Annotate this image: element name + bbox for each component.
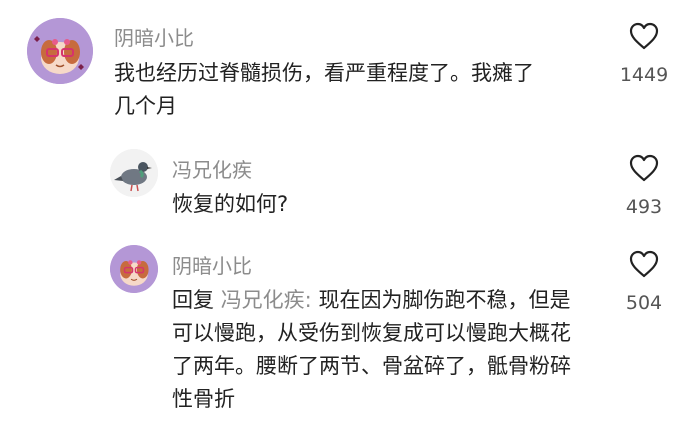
comment-text: 我也经历过脊髓损伤，看严重程度了。我瘫了几个月 [114, 61, 534, 118]
comment-text-block: 回复 冯兄化疾: 现在因为脚伤跑不稳，但是可以慢跑，从受伤到恢复成可以慢跑大概花… [172, 284, 584, 416]
comment-username[interactable]: 阴暗小比 [114, 22, 194, 51]
comment-item: 冯兄化疾 恢复的如何? 493 [0, 140, 690, 235]
mention-link[interactable]: 冯兄化疾: [221, 288, 312, 312]
reply-prefix: 回复 [172, 288, 214, 312]
comment-item: 阴暗小比 我也经历过脊髓损伤，看严重程度了。我瘫了几个月 1449 [0, 0, 690, 140]
heart-outline-icon [629, 154, 659, 182]
like-button[interactable]: 504 [614, 250, 674, 314]
like-button[interactable]: 493 [614, 154, 674, 218]
user-avatar[interactable] [110, 245, 158, 293]
like-count: 493 [625, 196, 663, 218]
heart-outline-icon [629, 22, 659, 50]
user-avatar[interactable] [27, 18, 93, 84]
like-button[interactable]: 1449 [614, 22, 674, 86]
like-count: 1449 [619, 64, 669, 86]
comment-username[interactable]: 冯兄化疾 [172, 154, 252, 183]
comment-text: 恢复的如何? [172, 192, 289, 216]
user-avatar[interactable] [110, 149, 158, 197]
comment-username[interactable]: 阴暗小比 [172, 250, 252, 279]
comment-item: 阴暗小比 回复 冯兄化疾: 现在因为脚伤跑不稳，但是可以慢跑，从受伤到恢复成可以… [0, 235, 690, 440]
heart-outline-icon [629, 250, 659, 278]
like-count: 504 [625, 292, 663, 314]
